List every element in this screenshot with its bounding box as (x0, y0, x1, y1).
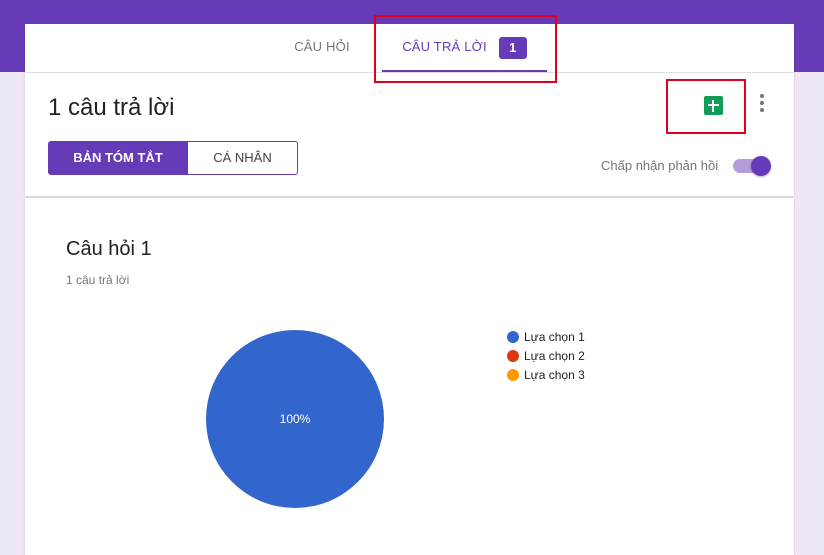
accept-responses-label: Chấp nhận phản hồi (601, 158, 719, 173)
legend-color-dot (507, 368, 519, 381)
question-response-count: 1 câu trả lời (66, 273, 130, 287)
tab-questions[interactable]: CÂU HỎI (275, 24, 369, 72)
legend-label: Lựa chọn 3 (524, 367, 585, 382)
summary-view-button[interactable]: BẢN TÓM TẮT (48, 141, 188, 175)
question-title: Câu hỏi 1 (66, 238, 152, 260)
individual-view-button[interactable]: CÁ NHÂN (187, 141, 298, 175)
chart-legend: Lựa chọn 1 Lựa chọn 2 Lựa chọn 3 (507, 327, 585, 384)
sheets-highlight-box (666, 79, 746, 134)
response-count-title: 1 câu trả lời (48, 94, 175, 121)
legend-item[interactable]: Lựa chọn 3 (507, 365, 585, 384)
legend-color-dot (507, 330, 519, 343)
pie-slice-label: 100% (280, 412, 311, 426)
more-vert-icon[interactable] (758, 94, 766, 114)
accept-responses-toggle[interactable] (733, 156, 773, 176)
pie-chart: 100% (206, 330, 384, 508)
tab-questions-label: CÂU HỎI (294, 39, 350, 54)
legend-item[interactable]: Lựa chọn 2 (507, 346, 585, 365)
tab-highlight-box (374, 15, 557, 83)
question-summary-card: Câu hỏi 1 1 câu trả lời 100% Lựa chọn 1L… (25, 198, 794, 555)
legend-color-dot (507, 349, 519, 362)
legend-label: Lựa chọn 1 (524, 329, 585, 344)
legend-label: Lựa chọn 2 (524, 348, 585, 363)
legend-item[interactable]: Lựa chọn 1 (507, 327, 585, 346)
